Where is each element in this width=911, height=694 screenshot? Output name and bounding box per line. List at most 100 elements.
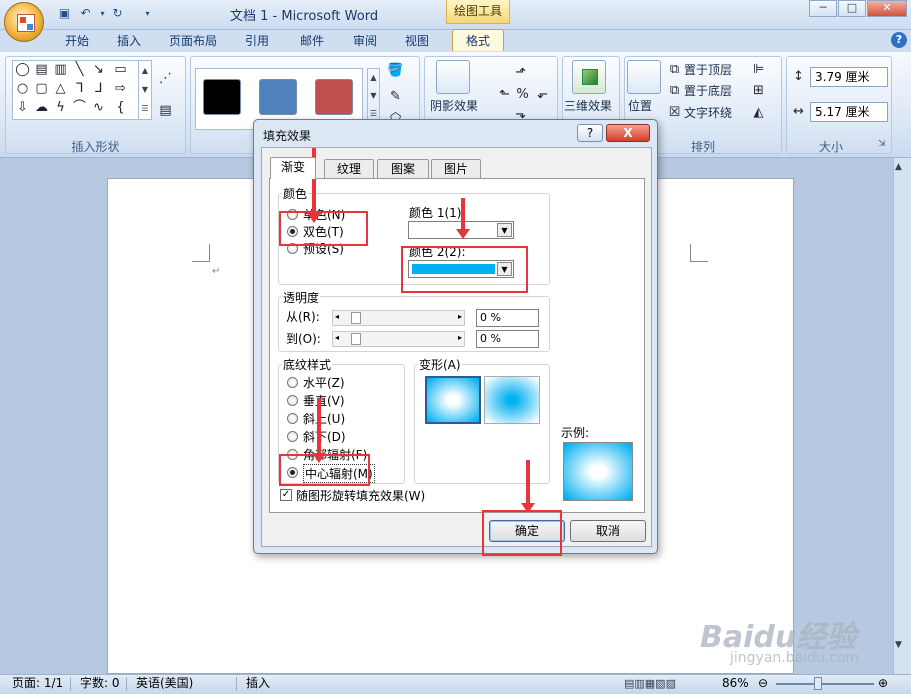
undo-icon[interactable]: ↶ xyxy=(78,6,93,21)
shadow-effects-icon[interactable] xyxy=(436,60,470,94)
position-label[interactable]: 位置 xyxy=(628,97,652,114)
shape-down-arrow-icon[interactable]: ⇩ xyxy=(14,99,31,116)
view-buttons-icon[interactable]: ▤▥▦▧▨ xyxy=(624,674,676,694)
tab-view[interactable]: 视图 xyxy=(396,30,438,52)
shape-rounded-rect-icon[interactable]: ▢ xyxy=(33,80,50,97)
radio-diagonal-up-label[interactable]: 斜上(U) xyxy=(303,410,345,427)
group-objects-icon[interactable]: ⊞ xyxy=(750,82,767,99)
slider-right-icon[interactable]: ▸ xyxy=(458,333,462,342)
slider-right-icon[interactable]: ▸ xyxy=(458,312,462,321)
status-word-count[interactable]: 字数: 0 xyxy=(80,674,120,694)
shape-oval-icon[interactable]: ◯ xyxy=(14,61,31,78)
undo-dropdown-icon[interactable]: ▾ xyxy=(95,6,110,21)
shape-lightning-icon[interactable]: ϟ xyxy=(52,99,69,116)
zoom-slider[interactable] xyxy=(776,683,874,685)
shape-outline-icon[interactable]: ✎ xyxy=(387,88,404,105)
shape-brace-icon[interactable]: { xyxy=(112,99,129,116)
maximize-button[interactable]: □ xyxy=(838,0,866,17)
from-slider[interactable]: ◂ ▸ xyxy=(332,310,465,326)
from-percent-input[interactable]: 0 % xyxy=(476,309,539,327)
scroll-down-icon[interactable]: ▼ xyxy=(895,640,902,650)
tab-pattern[interactable]: 图案 xyxy=(377,159,429,178)
nudge-shadow-right-icon[interactable]: ⬐ xyxy=(534,86,551,103)
shape-width-input[interactable]: 5.17 厘米 xyxy=(810,102,888,122)
shape-vertical-textbox-icon[interactable]: ▥ xyxy=(52,61,69,78)
scroll-up-icon[interactable]: ▲ xyxy=(895,162,902,172)
shape-arrow-line-icon[interactable]: ↘ xyxy=(90,61,107,78)
chevron-down-icon[interactable]: ▼ xyxy=(497,223,512,237)
customize-qat-icon[interactable]: ▾ xyxy=(140,6,155,21)
status-page[interactable]: 页面: 1/1 xyxy=(12,674,63,694)
variant-center-out[interactable] xyxy=(425,376,481,424)
edit-shape-icon[interactable]: ⋰ xyxy=(157,70,174,87)
tab-references[interactable]: 引用 xyxy=(236,30,278,52)
minimize-button[interactable]: ─ xyxy=(809,0,837,17)
tab-insert[interactable]: 插入 xyxy=(108,30,150,52)
radio-vertical[interactable] xyxy=(287,395,298,406)
dialog-help-button[interactable]: ? xyxy=(577,124,603,142)
shape-height-input[interactable]: 3.79 厘米 xyxy=(810,67,888,87)
bring-to-front-button[interactable]: 置于顶层 xyxy=(684,61,732,78)
shadow-effects-label[interactable]: 阴影效果 xyxy=(430,97,478,114)
help-icon[interactable]: ? xyxy=(891,32,907,48)
shadow-toggle-icon[interactable]: % xyxy=(514,86,531,103)
style-swatch-black[interactable] xyxy=(203,79,241,115)
shape-textbox-icon[interactable]: ▤ xyxy=(33,61,50,78)
rotate-icon[interactable]: ◭ xyxy=(750,104,767,121)
3d-effects-label[interactable]: 三维效果 xyxy=(564,97,612,114)
shape-styles-scroll[interactable]: ▲ ▼ ☰ xyxy=(367,68,380,124)
nudge-shadow-left-icon[interactable]: ⬑ xyxy=(496,86,513,103)
tab-picture[interactable]: 图片 xyxy=(431,159,481,178)
to-slider[interactable]: ◂ ▸ xyxy=(332,331,465,347)
align-icon[interactable]: ⊫ xyxy=(750,61,767,78)
shape-rectangle-icon[interactable]: ▭ xyxy=(112,61,129,78)
rotate-with-shape-label[interactable]: 随图形旋转填充效果(W) xyxy=(296,487,425,504)
shape-circle-icon[interactable]: ○ xyxy=(14,80,31,97)
tab-gradient[interactable]: 渐变 xyxy=(270,157,316,179)
radio-diagonal-down[interactable] xyxy=(287,431,298,442)
shape-right-arrow-icon[interactable]: ⇨ xyxy=(112,80,129,97)
radio-diagonal-up[interactable] xyxy=(287,413,298,424)
slider-left-icon[interactable]: ◂ xyxy=(335,312,339,321)
radio-horizontal-label[interactable]: 水平(Z) xyxy=(303,374,345,391)
tab-review[interactable]: 审阅 xyxy=(344,30,386,52)
vertical-scrollbar[interactable] xyxy=(893,158,911,674)
zoom-level[interactable]: 86% xyxy=(722,674,749,694)
shape-triangle-icon[interactable]: △ xyxy=(52,80,69,97)
nudge-shadow-up-icon[interactable]: ⬏ xyxy=(512,64,529,81)
status-insert-mode[interactable]: 插入 xyxy=(246,674,270,694)
office-button[interactable] xyxy=(4,2,44,42)
to-percent-input[interactable]: 0 % xyxy=(476,330,539,348)
zoom-slider-thumb[interactable] xyxy=(814,677,822,690)
tab-page-layout[interactable]: 页面布局 xyxy=(162,30,224,52)
shape-elbow-icon[interactable]: ᒣ xyxy=(71,80,88,97)
radio-diagonal-down-label[interactable]: 斜下(D) xyxy=(303,428,346,445)
shape-line-icon[interactable]: ╲ xyxy=(71,61,88,78)
dialog-close-button[interactable]: X xyxy=(606,124,650,142)
status-language[interactable]: 英语(美国) xyxy=(136,674,193,694)
cancel-button[interactable]: 取消 xyxy=(570,520,646,542)
shape-curve-icon[interactable]: ⌒ xyxy=(71,99,88,116)
size-dialog-launcher-icon[interactable]: ⇲ xyxy=(878,139,886,149)
shape-fill-icon[interactable]: 🪣 xyxy=(387,62,404,79)
variant-center-in[interactable] xyxy=(484,376,540,424)
text-box-icon[interactable]: ▤ xyxy=(157,102,174,119)
radio-vertical-label[interactable]: 垂直(V) xyxy=(303,392,345,409)
tab-home[interactable]: 开始 xyxy=(56,30,98,52)
shape-elbow-arrow-icon[interactable]: ᒧ xyxy=(90,80,107,97)
text-wrapping-button[interactable]: 文字环绕 xyxy=(684,104,732,121)
position-icon[interactable] xyxy=(627,60,661,94)
send-to-back-button[interactable]: 置于底层 xyxy=(684,82,732,99)
from-slider-thumb[interactable] xyxy=(351,312,361,324)
tab-mailings[interactable]: 邮件 xyxy=(291,30,333,52)
save-icon[interactable]: ▣ xyxy=(57,6,72,21)
shape-callout-icon[interactable]: ☁ xyxy=(33,99,50,116)
slider-left-icon[interactable]: ◂ xyxy=(335,333,339,342)
3d-effects-icon[interactable] xyxy=(572,60,606,94)
style-swatch-blue[interactable] xyxy=(259,79,297,115)
redo-icon[interactable]: ↻ xyxy=(110,6,125,21)
radio-horizontal[interactable] xyxy=(287,377,298,388)
to-slider-thumb[interactable] xyxy=(351,333,361,345)
close-window-button[interactable]: ✕ xyxy=(867,0,907,17)
tab-texture[interactable]: 纹理 xyxy=(324,159,374,178)
